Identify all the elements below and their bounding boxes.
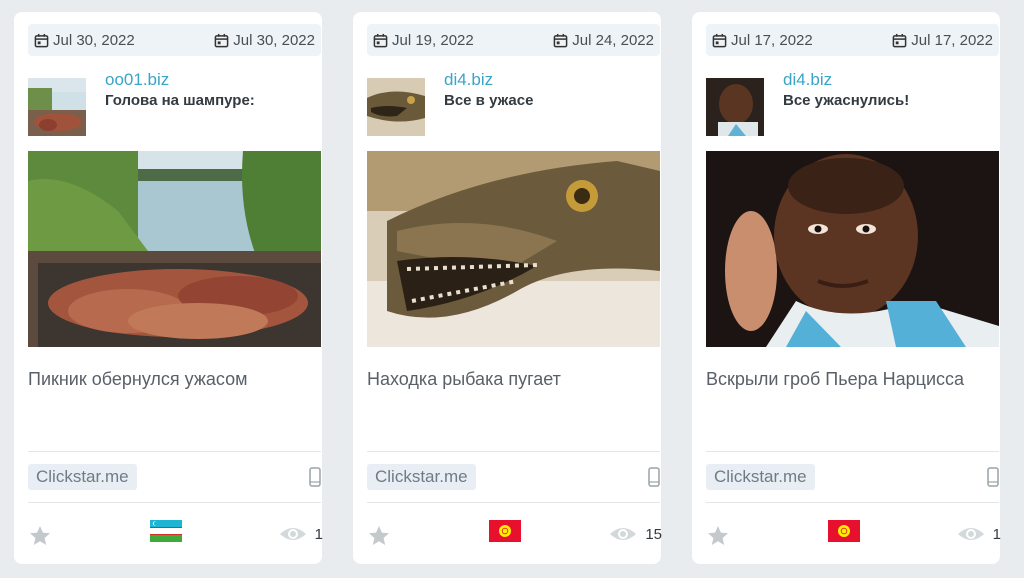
ad-headline[interactable]: Находка рыбака пугает — [367, 368, 660, 390]
ad-subtitle: Все ужаснулись! — [783, 92, 910, 109]
country-flag-kyrgyzstan — [828, 520, 860, 542]
view-count: 15 — [609, 525, 662, 543]
date-range-bar: Jul 19, 2022 Jul 24, 2022 — [367, 24, 660, 56]
ad-headline[interactable]: Пикник обернулся ужасом — [28, 368, 321, 390]
start-date-text: Jul 19, 2022 — [392, 31, 474, 49]
start-date-text: Jul 17, 2022 — [731, 31, 813, 49]
eye-icon — [279, 528, 306, 540]
ad-main-image[interactable] — [28, 151, 321, 347]
end-date-text: Jul 24, 2022 — [572, 31, 654, 49]
star-icon[interactable] — [706, 524, 730, 548]
calendar-icon — [553, 33, 568, 47]
start-date: Jul 19, 2022 — [373, 32, 474, 49]
ad-subtitle: Голова на шампуре: — [105, 92, 255, 109]
ad-network-badge[interactable]: Clickstar.me — [28, 464, 137, 490]
divider — [28, 451, 321, 452]
ad-network-badge[interactable]: Clickstar.me — [706, 464, 815, 490]
calendar-icon — [373, 33, 388, 47]
end-date: Jul 17, 2022 — [892, 32, 993, 49]
date-range-bar: Jul 17, 2022 Jul 17, 2022 — [706, 24, 999, 56]
country-flag-kyrgyzstan — [489, 520, 521, 542]
calendar-icon — [214, 33, 229, 47]
source-domain[interactable]: oo01.biz — [105, 70, 169, 90]
calendar-icon — [892, 33, 907, 47]
ad-main-image[interactable] — [706, 151, 999, 347]
view-count-value: 1 — [314, 525, 323, 543]
view-count: 1 — [279, 525, 323, 543]
eye-icon — [610, 528, 637, 540]
start-date-text: Jul 30, 2022 — [53, 31, 135, 49]
calendar-icon — [712, 33, 727, 47]
view-count-value: 1 — [992, 525, 1001, 543]
ad-thumbnail[interactable] — [367, 78, 425, 136]
eye-icon — [957, 528, 984, 540]
ad-card[interactable]: Jul 30, 2022 Jul 30, 2022 oo01.biz Голов… — [14, 12, 323, 564]
date-range-bar: Jul 30, 2022 Jul 30, 2022 — [28, 24, 321, 56]
divider — [367, 502, 660, 503]
star-icon[interactable] — [28, 524, 52, 548]
divider — [706, 502, 999, 503]
ad-main-image[interactable] — [367, 151, 660, 347]
source-domain[interactable]: di4.biz — [444, 70, 493, 90]
mobile-phone-icon — [987, 467, 999, 487]
end-date-text: Jul 30, 2022 — [233, 31, 315, 49]
ad-network-badge[interactable]: Clickstar.me — [367, 464, 476, 490]
source-domain[interactable]: di4.biz — [783, 70, 832, 90]
view-count: 1 — [957, 525, 1001, 543]
mobile-phone-icon — [648, 467, 660, 487]
divider — [28, 502, 321, 503]
calendar-icon — [34, 33, 49, 47]
divider — [706, 451, 999, 452]
ad-thumbnail[interactable] — [706, 78, 764, 136]
ad-card[interactable]: Jul 17, 2022 Jul 17, 2022 di4.biz Все уж… — [692, 12, 1001, 564]
end-date-text: Jul 17, 2022 — [911, 31, 993, 49]
star-icon[interactable] — [367, 524, 391, 548]
ad-subtitle: Все в ужасе — [444, 92, 534, 109]
start-date: Jul 30, 2022 — [34, 32, 135, 49]
mobile-phone-icon — [309, 467, 321, 487]
ad-card[interactable]: Jul 19, 2022 Jul 24, 2022 di4.biz Все в … — [353, 12, 662, 564]
ad-thumbnail[interactable] — [28, 78, 86, 136]
view-count-value: 15 — [645, 525, 662, 543]
start-date: Jul 17, 2022 — [712, 32, 813, 49]
divider — [367, 451, 660, 452]
country-flag-uzbekistan — [150, 520, 182, 542]
end-date: Jul 30, 2022 — [214, 32, 315, 49]
end-date: Jul 24, 2022 — [553, 32, 654, 49]
ad-headline[interactable]: Вскрыли гроб Пьера Нарцисса — [706, 368, 999, 390]
